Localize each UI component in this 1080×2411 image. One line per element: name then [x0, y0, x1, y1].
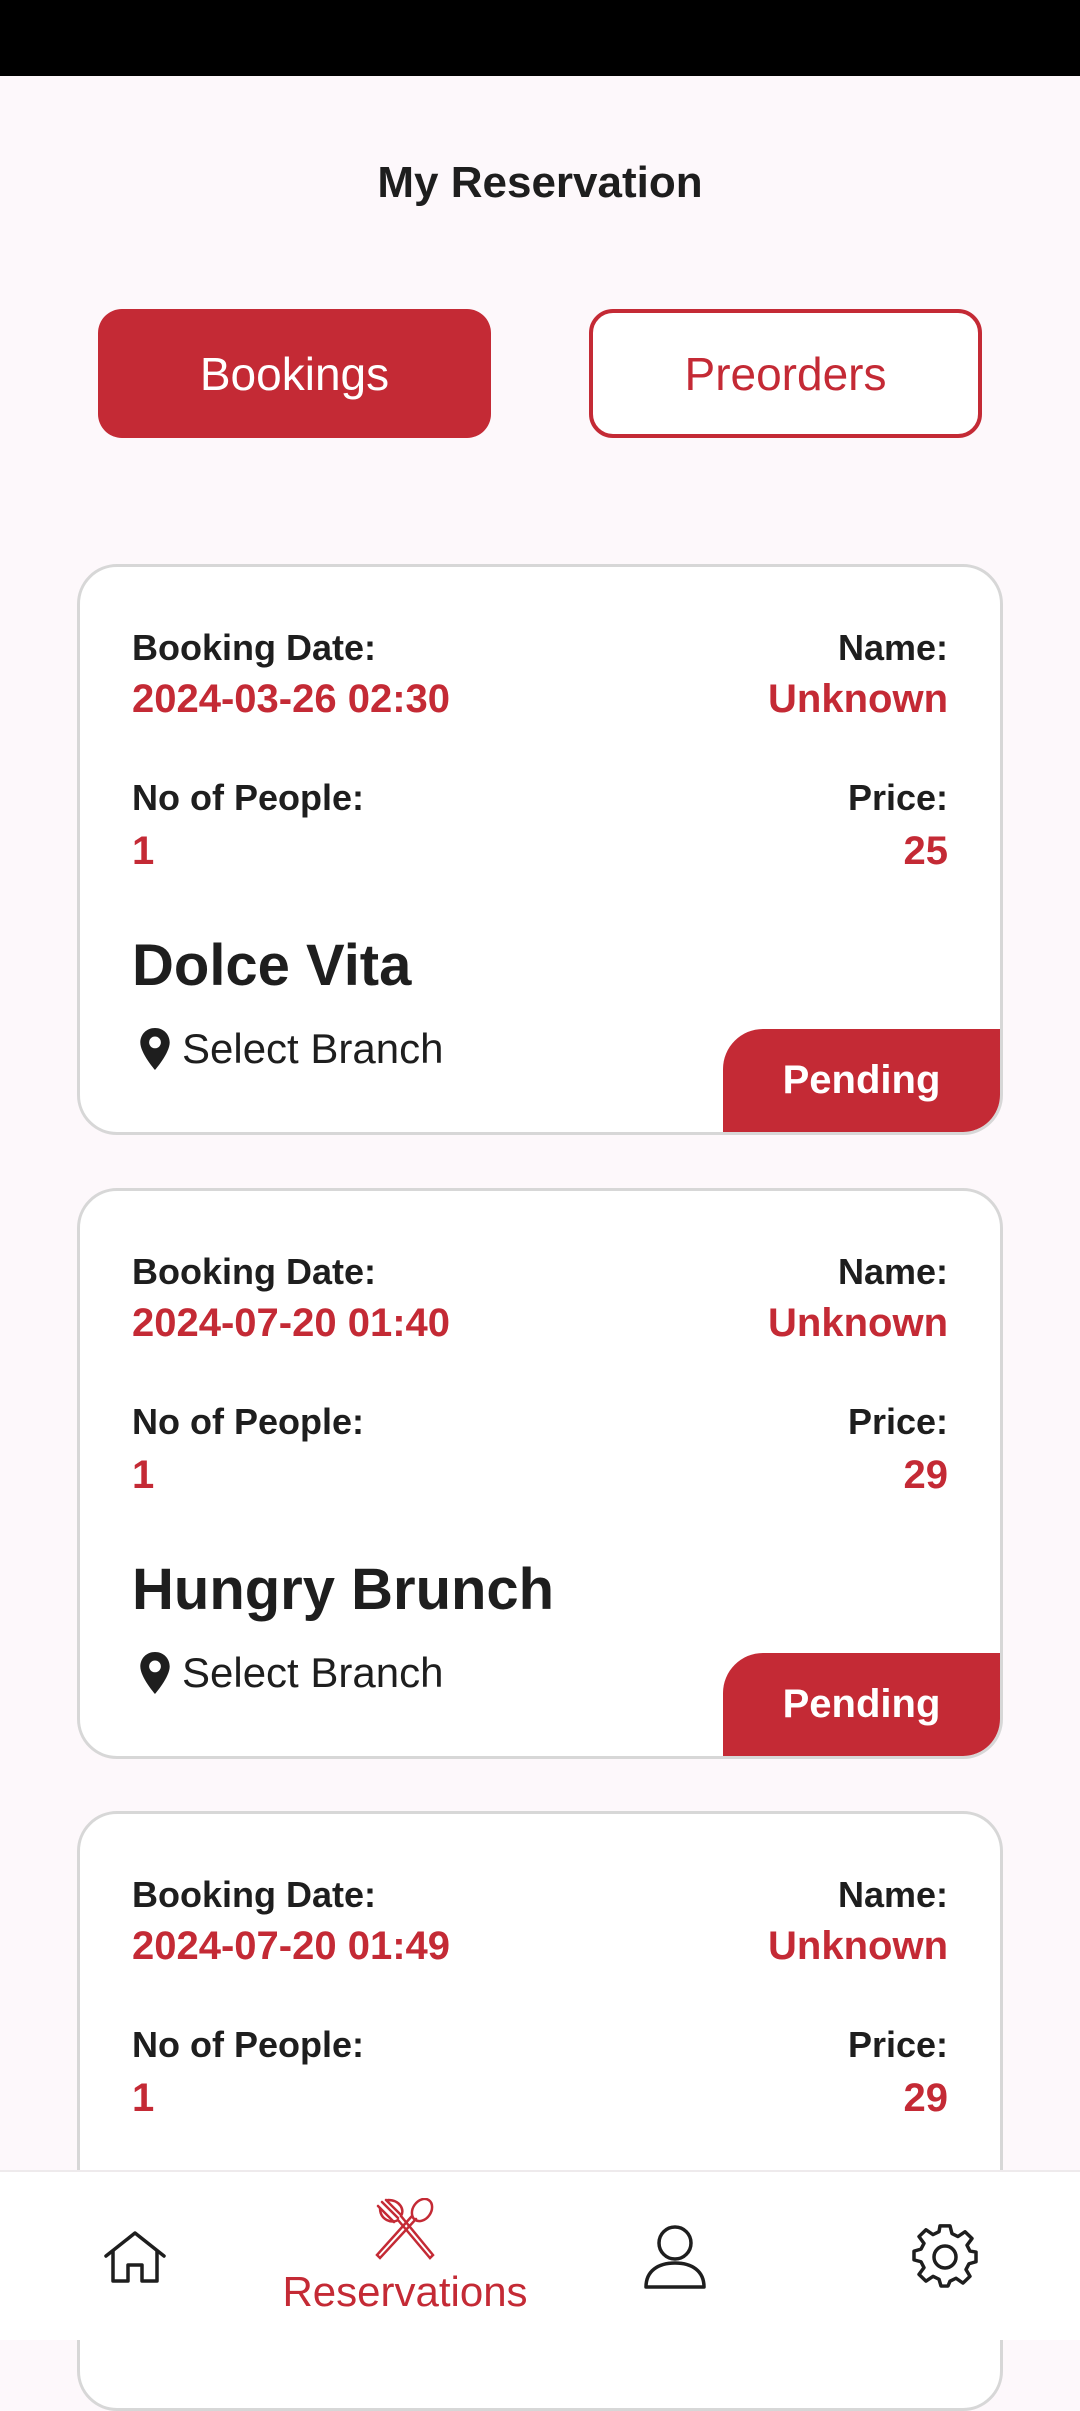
booking-date-label: Booking Date: [132, 627, 377, 668]
select-branch[interactable]: Select Branch [138, 1025, 443, 1073]
name-value: Unknown [768, 1924, 948, 1968]
name-label: Name: [837, 1874, 948, 1915]
reservation-card[interactable]: Booking Date: 2024-03-26 02:30 Name: Unk… [77, 564, 1003, 1135]
name-value: Unknown [768, 677, 948, 721]
gear-icon [912, 2224, 978, 2288]
booking-date-label: Booking Date: [132, 1251, 377, 1292]
nav-home[interactable] [80, 2172, 190, 2342]
status-bar [0, 0, 1080, 76]
price-value: 25 [903, 829, 949, 873]
booking-date-value: 2024-07-20 01:49 [132, 1924, 451, 1968]
home-icon [104, 2231, 166, 2283]
bottom-navigation: Reservations [0, 2170, 1080, 2340]
user-icon [644, 2225, 706, 2289]
tab-bookings[interactable]: Bookings [98, 309, 491, 438]
people-value: 1 [132, 829, 155, 873]
restaurant-name: Dolce Vita [132, 933, 412, 998]
location-pin-icon [140, 1652, 170, 1694]
name-value: Unknown [768, 1301, 948, 1345]
booking-date-value: 2024-03-26 02:30 [132, 677, 451, 721]
reservation-card[interactable]: Booking Date: 2024-07-20 01:40 Name: Unk… [77, 1188, 1003, 1759]
select-branch[interactable]: Select Branch [138, 1649, 443, 1697]
booking-date-value: 2024-07-20 01:40 [132, 1301, 451, 1345]
restaurant-name: Hungry Brunch [132, 1557, 555, 1622]
tab-preorders[interactable]: Preorders [589, 309, 982, 438]
branch-label: Select Branch [182, 1025, 444, 1072]
people-label: No of People: [132, 777, 364, 818]
name-label: Name: [837, 1251, 948, 1292]
page-title: My Reservation [377, 158, 703, 207]
people-label: No of People: [132, 1401, 364, 1442]
branch-label: Select Branch [182, 1649, 444, 1696]
name-label: Name: [837, 627, 948, 668]
fork-spoon-icon [375, 2198, 435, 2260]
status-badge: Pending [723, 1029, 1000, 1132]
nav-reservations-label: Reservations [282, 2268, 528, 2315]
people-label: No of People: [132, 2024, 364, 2065]
nav-profile[interactable] [620, 2172, 730, 2342]
price-label: Price: [847, 2024, 948, 2065]
people-value: 1 [132, 2076, 155, 2120]
price-label: Price: [847, 1401, 948, 1442]
people-value: 1 [132, 1453, 155, 1497]
location-pin-icon [140, 1028, 170, 1070]
nav-settings[interactable] [890, 2172, 1000, 2342]
price-value: 29 [903, 1453, 949, 1497]
price-label: Price: [847, 777, 948, 818]
booking-date-label: Booking Date: [132, 1874, 377, 1915]
nav-reservations[interactable]: Reservations [270, 2172, 540, 2342]
price-value: 29 [903, 2076, 949, 2120]
status-badge: Pending [723, 1653, 1000, 1756]
